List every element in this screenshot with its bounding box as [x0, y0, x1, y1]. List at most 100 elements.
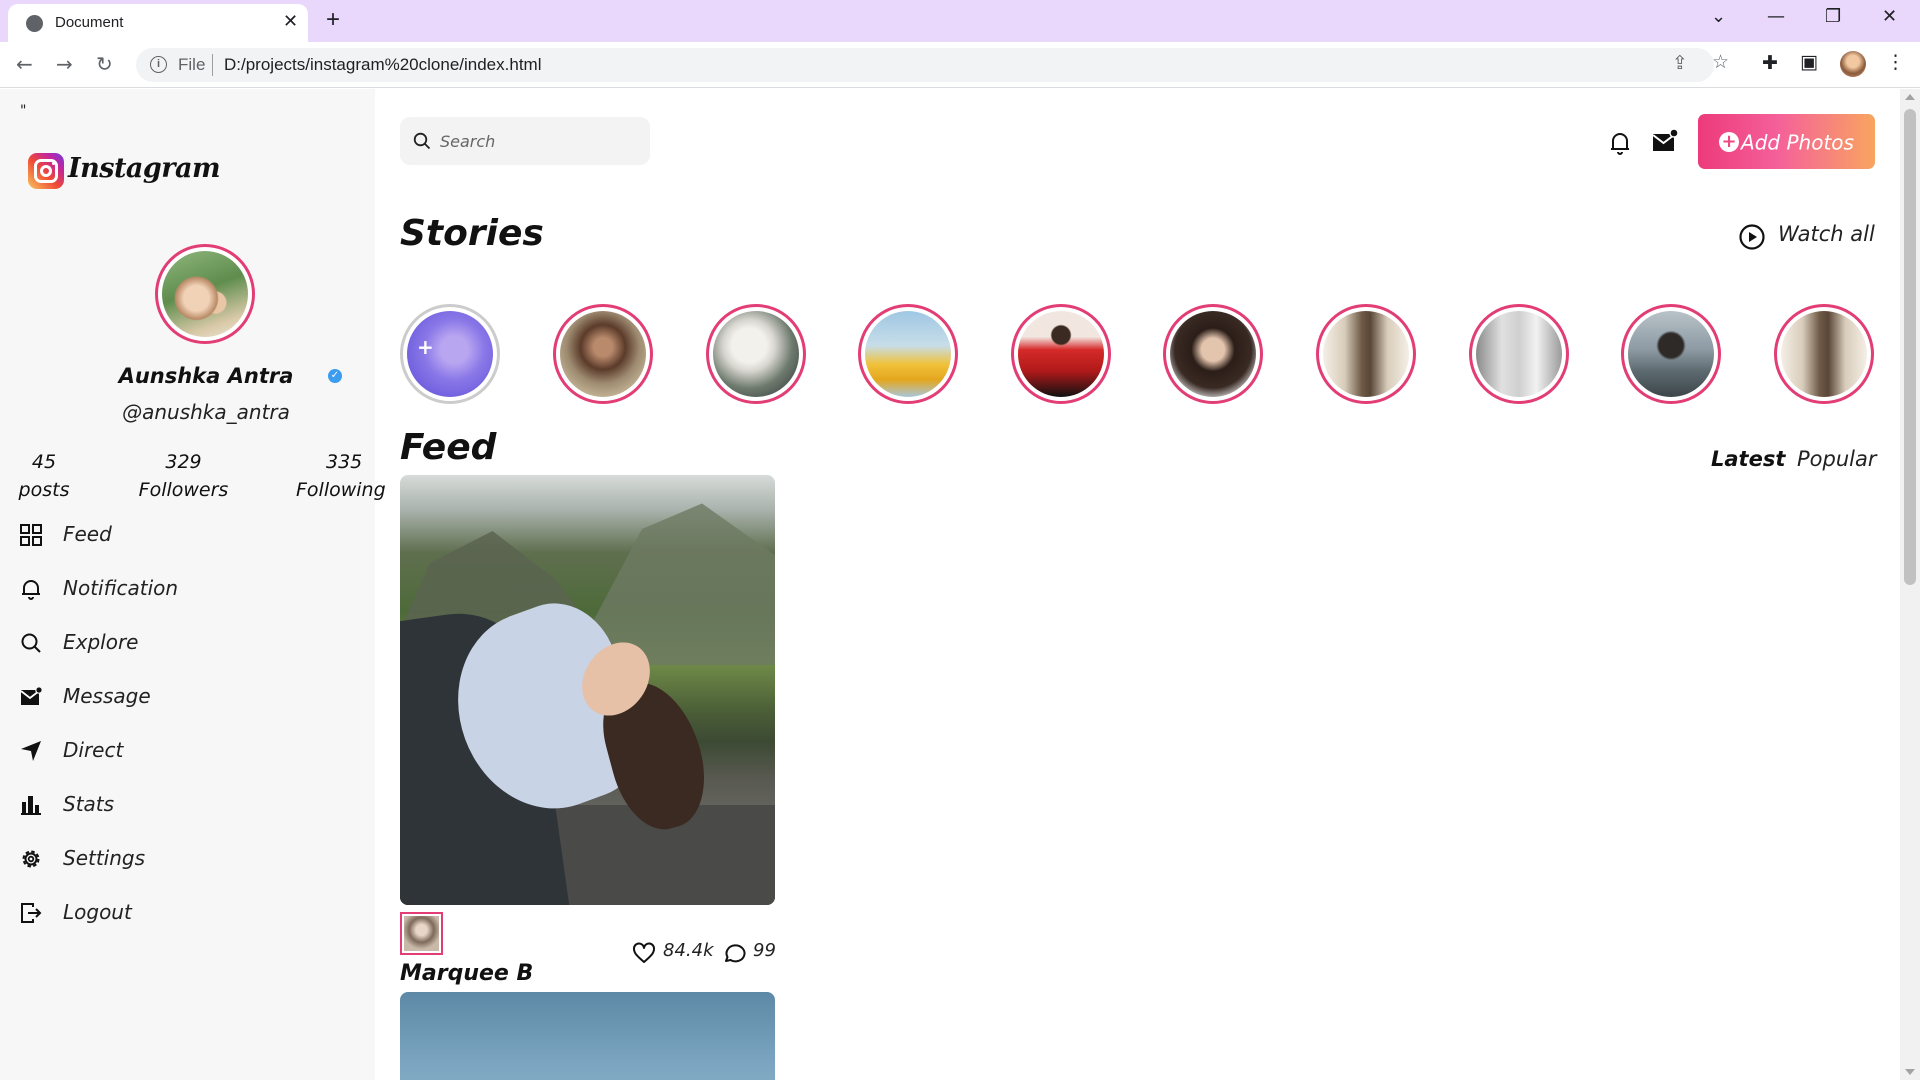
- scrollbar-thumb[interactable]: [1904, 109, 1916, 585]
- nav-item-stats[interactable]: Stats: [20, 790, 360, 822]
- share-icon[interactable]: ⇪: [1672, 52, 1688, 74]
- menu-kebab-icon[interactable]: ⋮: [1886, 51, 1905, 73]
- comments-count: 99: [753, 940, 776, 961]
- nav-item-settings[interactable]: Settings: [20, 844, 360, 876]
- nav-item-direct[interactable]: Direct: [20, 736, 360, 768]
- url-text[interactable]: D:/projects/instagram%20clone/index.html: [224, 55, 541, 75]
- watch-all-label: Watch all: [1778, 222, 1875, 246]
- page: " Instagram Aunshka Antra ✓ @anushka_ant…: [0, 89, 1900, 1080]
- stat-value: 335: [326, 451, 363, 473]
- stat-label: posts: [18, 479, 70, 501]
- story-item[interactable]: [858, 304, 958, 404]
- nav-item-label: Direct: [63, 738, 124, 762]
- close-window-button[interactable]: ✕: [1882, 6, 1897, 27]
- stat-value: 45: [31, 451, 57, 473]
- feed-post-image[interactable]: [400, 475, 775, 905]
- nav-item-label: Notification: [63, 576, 179, 600]
- site-info-icon[interactable]: i: [150, 56, 167, 73]
- story-item[interactable]: [1011, 304, 1111, 404]
- tab-latest[interactable]: Latest: [1711, 447, 1785, 471]
- nav-item-logout[interactable]: Logout: [20, 898, 360, 930]
- mail-icon: [20, 686, 42, 705]
- tab-search-chevron-icon[interactable]: ⌄: [1711, 6, 1726, 27]
- add-photos-button[interactable]: + Add Photos: [1698, 114, 1875, 169]
- address-bar[interactable]: i File D:/projects/instagram%20clone/ind…: [136, 48, 1714, 82]
- stat-value: 329: [165, 451, 202, 473]
- browser-profile-avatar[interactable]: [1840, 51, 1866, 77]
- watch-all-button[interactable]: Watch all: [1738, 220, 1878, 254]
- stat-label: Following: [296, 479, 386, 501]
- page-scrollbar[interactable]: [1900, 89, 1920, 1080]
- notification-bell-icon[interactable]: [1608, 130, 1632, 156]
- browser-toolbar: ← → ↻ i File D:/projects/instagram%20clo…: [0, 42, 1920, 88]
- reload-icon[interactable]: ↻: [96, 52, 113, 76]
- sidebar: " Instagram Aunshka Antra ✓ @anushka_ant…: [0, 89, 386, 1080]
- story-add-own[interactable]: +: [400, 304, 500, 404]
- story-item[interactable]: [1163, 304, 1263, 404]
- tab-title: Document: [55, 14, 124, 31]
- story-item[interactable]: [553, 304, 653, 404]
- forward-arrow-icon[interactable]: →: [56, 52, 73, 76]
- mail-icon[interactable]: [1652, 128, 1678, 154]
- search-input[interactable]: [440, 129, 635, 153]
- bar-chart-icon: [21, 796, 41, 815]
- search-icon: [21, 633, 41, 653]
- bookmark-star-icon[interactable]: ☆: [1712, 51, 1729, 73]
- nav-item-label: Stats: [63, 792, 115, 816]
- logout-icon: [21, 903, 42, 923]
- stat-label: Followers: [138, 479, 229, 501]
- post-author-name[interactable]: Marquee B: [400, 961, 533, 986]
- nav-item-notification[interactable]: Notification: [20, 574, 360, 606]
- scroll-up-arrow-icon[interactable]: [1905, 94, 1915, 100]
- nav-item-message[interactable]: Message: [20, 682, 360, 714]
- stories-heading: Stories: [400, 213, 544, 254]
- story-item[interactable]: [1469, 304, 1569, 404]
- nav-item-label: Logout: [63, 900, 132, 924]
- scroll-down-arrow-icon[interactable]: [1905, 1069, 1915, 1075]
- profile-handle: @anushka_antra: [122, 400, 290, 424]
- comment-icon[interactable]: [722, 942, 746, 964]
- nav-item-label: Feed: [63, 522, 112, 546]
- browser-tab[interactable]: Document ✕: [8, 4, 308, 42]
- stat-posts[interactable]: 45 posts: [18, 451, 70, 501]
- nav-item-explore[interactable]: Explore: [20, 628, 360, 660]
- stray-quote-mark: ": [20, 103, 27, 119]
- send-icon: [21, 741, 41, 761]
- minimize-button[interactable]: —: [1767, 6, 1785, 27]
- search-box[interactable]: [400, 117, 650, 165]
- bell-icon: [22, 580, 40, 600]
- restore-button[interactable]: ❐: [1825, 6, 1841, 27]
- stat-following[interactable]: 335 Following: [296, 451, 395, 501]
- url-separator: [212, 54, 213, 76]
- nav-item-feed[interactable]: Feed: [20, 520, 360, 552]
- url-scheme-label: File: [178, 55, 206, 74]
- story-item[interactable]: [1621, 304, 1721, 404]
- search-icon: [413, 132, 431, 150]
- globe-icon: [26, 15, 43, 32]
- new-tab-button[interactable]: +: [326, 6, 340, 34]
- grid-icon: [20, 524, 42, 546]
- story-item[interactable]: [706, 304, 806, 404]
- likes-count: 84.4k: [663, 940, 714, 961]
- logo-wordmark[interactable]: Instagram: [68, 153, 221, 184]
- instagram-logo-icon[interactable]: [28, 153, 64, 189]
- tab-popular[interactable]: Popular: [1797, 447, 1877, 471]
- story-item[interactable]: [1774, 304, 1874, 404]
- plus-circle-icon: +: [1719, 132, 1740, 153]
- back-arrow-icon[interactable]: ←: [16, 52, 33, 76]
- profile-avatar[interactable]: [155, 244, 255, 344]
- extensions-puzzle-icon[interactable]: ✚: [1762, 52, 1778, 74]
- nav-item-label: Settings: [63, 846, 146, 870]
- post-author-avatar[interactable]: [400, 912, 443, 955]
- feed-post-image[interactable]: [400, 992, 775, 1080]
- verified-badge-icon: ✓: [328, 369, 342, 383]
- nav-item-label: Message: [63, 684, 151, 708]
- story-item[interactable]: [1316, 304, 1416, 404]
- profile-name: Aunshka Antra: [118, 364, 294, 388]
- plus-icon: +: [417, 335, 434, 359]
- close-tab-icon[interactable]: ✕: [283, 11, 298, 32]
- heart-icon[interactable]: [632, 942, 656, 964]
- add-photos-label: Add Photos: [1741, 130, 1854, 155]
- stat-followers[interactable]: 329 Followers: [136, 451, 231, 501]
- side-panel-icon[interactable]: ▣: [1800, 51, 1818, 73]
